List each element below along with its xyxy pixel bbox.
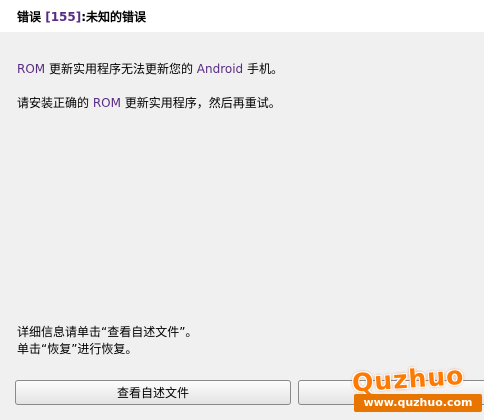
restore-button[interactable] [298, 380, 484, 405]
message-text: 更新实用程序，然后再重试。 [120, 96, 281, 110]
view-readme-button[interactable]: 查看自述文件 [15, 380, 291, 405]
message-line-2: 请安装正确的 ROM 更新实用程序，然后再重试。 [17, 94, 467, 112]
message-line-1: ROM 更新实用程序无法更新您的 Android 手机。 [17, 60, 467, 78]
rom-term: ROM [17, 62, 46, 76]
title-prefix: 错误 [17, 10, 42, 24]
help-text: 详细信息请单击“查看自述文件”。 单击“恢复”进行恢复。 [17, 324, 197, 358]
message-text: 更新实用程序无法更新您的 [45, 62, 197, 76]
dialog-header: 错误 [155]:未知的错误 [0, 0, 484, 32]
error-message: ROM 更新实用程序无法更新您的 Android 手机。 请安装正确的 ROM … [17, 60, 467, 112]
help-line-2: 单击“恢复”进行恢复。 [17, 342, 138, 356]
error-code: [155] [45, 10, 82, 24]
message-text: 请安装正确的 [17, 96, 93, 110]
help-line-1: 详细信息请单击“查看自述文件”。 [17, 325, 198, 339]
rom-term: ROM [92, 96, 121, 110]
title-suffix: :未知的错误 [81, 10, 147, 24]
android-term: Android [196, 62, 244, 76]
message-text: 手机。 [243, 62, 284, 76]
error-title: 错误 [155]:未知的错误 [17, 8, 146, 25]
